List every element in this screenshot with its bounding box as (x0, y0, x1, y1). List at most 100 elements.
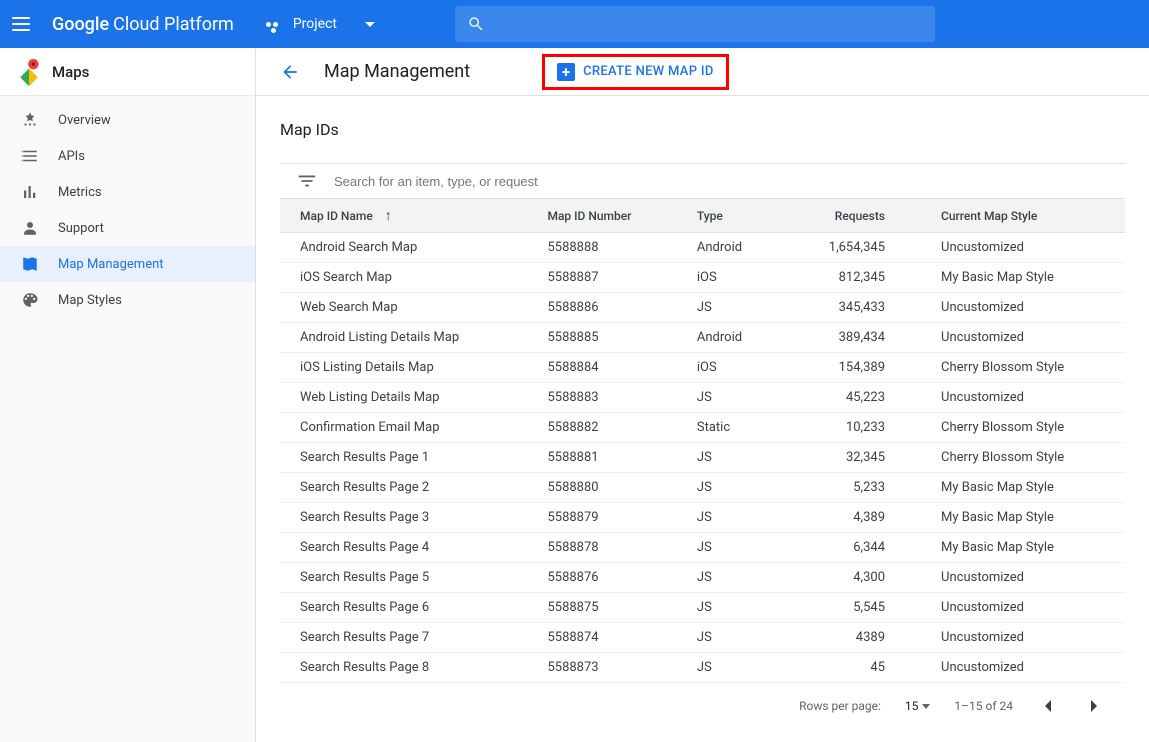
col-number[interactable]: Map ID Number (531, 199, 680, 233)
cell-number: 5588888 (531, 233, 680, 263)
cell-style: Uncustomized (925, 323, 1125, 353)
cell-name: Search Results Page 8 (280, 653, 531, 683)
sort-asc-icon: ↑ (385, 208, 392, 224)
cell-style: My Basic Map Style (925, 533, 1125, 563)
cell-number: 5588879 (531, 503, 680, 533)
cell-type: JS (681, 653, 780, 683)
plus-icon: + (557, 63, 575, 81)
table-row[interactable]: Search Results Page 15588881JS32,345Cher… (280, 443, 1125, 473)
cell-type: JS (681, 593, 780, 623)
table-row[interactable]: Android Search Map5588888Android1,654,34… (280, 233, 1125, 263)
cell-style: Cherry Blossom Style (925, 413, 1125, 443)
sidebar-item-map-management[interactable]: Map Management (0, 246, 255, 282)
table-row[interactable]: Web Search Map5588886JS345,433Uncustomiz… (280, 293, 1125, 323)
filter-input[interactable] (334, 174, 1109, 189)
global-search-input[interactable] (495, 16, 923, 32)
cell-requests: 5,233 (780, 473, 925, 503)
cell-requests: 10,233 (780, 413, 925, 443)
create-map-id-button[interactable]: + CREATE NEW MAP ID (557, 63, 713, 81)
project-dots-icon (266, 22, 285, 27)
cell-style: My Basic Map Style (925, 503, 1125, 533)
cell-style: Uncustomized (925, 233, 1125, 263)
cell-type: Static (681, 413, 780, 443)
sidebar-item-overview[interactable]: Overview (0, 102, 255, 138)
table-row[interactable]: Search Results Page 25588880JS5,233My Ba… (280, 473, 1125, 503)
prev-page-button[interactable] (1037, 695, 1059, 717)
cell-requests: 389,434 (780, 323, 925, 353)
cell-name: Search Results Page 4 (280, 533, 531, 563)
filter-bar (280, 163, 1125, 198)
cell-requests: 154,389 (780, 353, 925, 383)
cell-number: 5588880 (531, 473, 680, 503)
rows-per-page-select[interactable]: 15 (905, 699, 931, 713)
rows-per-page-label: Rows per page: (799, 699, 881, 713)
back-button[interactable] (280, 62, 300, 82)
cell-style: Uncustomized (925, 563, 1125, 593)
cell-style: Uncustomized (925, 293, 1125, 323)
cell-requests: 812,345 (780, 263, 925, 293)
sidebar-item-metrics[interactable]: Metrics (0, 174, 255, 210)
brand-logo[interactable]: Google Cloud Platform (52, 14, 234, 35)
sidebar-item-label: Overview (58, 113, 111, 128)
brand-first: Google (52, 14, 109, 35)
cell-style: Uncustomized (925, 623, 1125, 653)
col-type[interactable]: Type (681, 199, 780, 233)
table-row[interactable]: Search Results Page 75588874JS4389Uncust… (280, 623, 1125, 653)
sidebar-item-map-styles[interactable]: Map Styles (0, 282, 255, 318)
cell-style: My Basic Map Style (925, 263, 1125, 293)
table-row[interactable]: iOS Search Map5588887iOS812,345My Basic … (280, 263, 1125, 293)
filter-icon[interactable] (296, 170, 318, 192)
cell-style: Uncustomized (925, 653, 1125, 683)
global-search[interactable] (455, 6, 935, 42)
project-selector[interactable]: Project (266, 16, 375, 32)
caret-down-icon (365, 22, 375, 27)
menu-icon[interactable] (12, 12, 36, 36)
table-row[interactable]: Search Results Page 85588873JS45Uncustom… (280, 653, 1125, 683)
sidebar-item-label: Metrics (58, 185, 102, 200)
map-ids-table: Map ID Name↑ Map ID Number Type Requests… (280, 198, 1125, 683)
table-row[interactable]: Search Results Page 65588875JS5,545Uncus… (280, 593, 1125, 623)
table-row[interactable]: Search Results Page 45588878JS6,344My Ba… (280, 533, 1125, 563)
sidebar-icon (20, 146, 40, 166)
table-row[interactable]: Search Results Page 35588879JS4,389My Ba… (280, 503, 1125, 533)
sidebar-item-apis[interactable]: APIs (0, 138, 255, 174)
col-requests[interactable]: Requests (780, 199, 925, 233)
sidebar: Maps Overview APIs Metrics Support Map Manag… (0, 48, 256, 742)
cell-number: 5588873 (531, 653, 680, 683)
sidebar-item-label: Map Management (58, 257, 164, 272)
cell-name: Search Results Page 2 (280, 473, 531, 503)
cell-name: Web Listing Details Map (280, 383, 531, 413)
search-icon (467, 15, 485, 33)
cell-number: 5588885 (531, 323, 680, 353)
table-row[interactable]: Confirmation Email Map5588882Static10,23… (280, 413, 1125, 443)
col-name[interactable]: Map ID Name↑ (280, 199, 531, 233)
sidebar-icon (20, 254, 40, 274)
sidebar-item-support[interactable]: Support (0, 210, 255, 246)
next-page-button[interactable] (1083, 695, 1105, 717)
sidebar-icon (20, 290, 40, 310)
cell-number: 5588882 (531, 413, 680, 443)
cell-type: JS (681, 503, 780, 533)
sidebar-item-label: Map Styles (58, 293, 122, 308)
top-appbar: Google Cloud Platform Project (0, 0, 1149, 48)
cell-number: 5588884 (531, 353, 680, 383)
sidebar-header: Maps (0, 48, 255, 96)
table-row[interactable]: iOS Listing Details Map5588884iOS154,389… (280, 353, 1125, 383)
section-heading: Map IDs (280, 120, 1125, 139)
cell-number: 5588883 (531, 383, 680, 413)
table-row[interactable]: Search Results Page 55588876JS4,300Uncus… (280, 563, 1125, 593)
cell-requests: 32,345 (780, 443, 925, 473)
table-row[interactable]: Android Listing Details Map5588885Androi… (280, 323, 1125, 353)
sidebar-icon (20, 110, 40, 130)
col-style[interactable]: Current Map Style (925, 199, 1125, 233)
cell-number: 5588886 (531, 293, 680, 323)
cell-name: Android Search Map (280, 233, 531, 263)
cell-requests: 4389 (780, 623, 925, 653)
cell-requests: 4,300 (780, 563, 925, 593)
cell-style: Cherry Blossom Style (925, 443, 1125, 473)
cell-type: JS (681, 623, 780, 653)
cell-requests: 4,389 (780, 503, 925, 533)
cell-requests: 1,654,345 (780, 233, 925, 263)
table-row[interactable]: Web Listing Details Map5588883JS45,223Un… (280, 383, 1125, 413)
main-content: Map Management + CREATE NEW MAP ID Map I… (256, 48, 1149, 742)
